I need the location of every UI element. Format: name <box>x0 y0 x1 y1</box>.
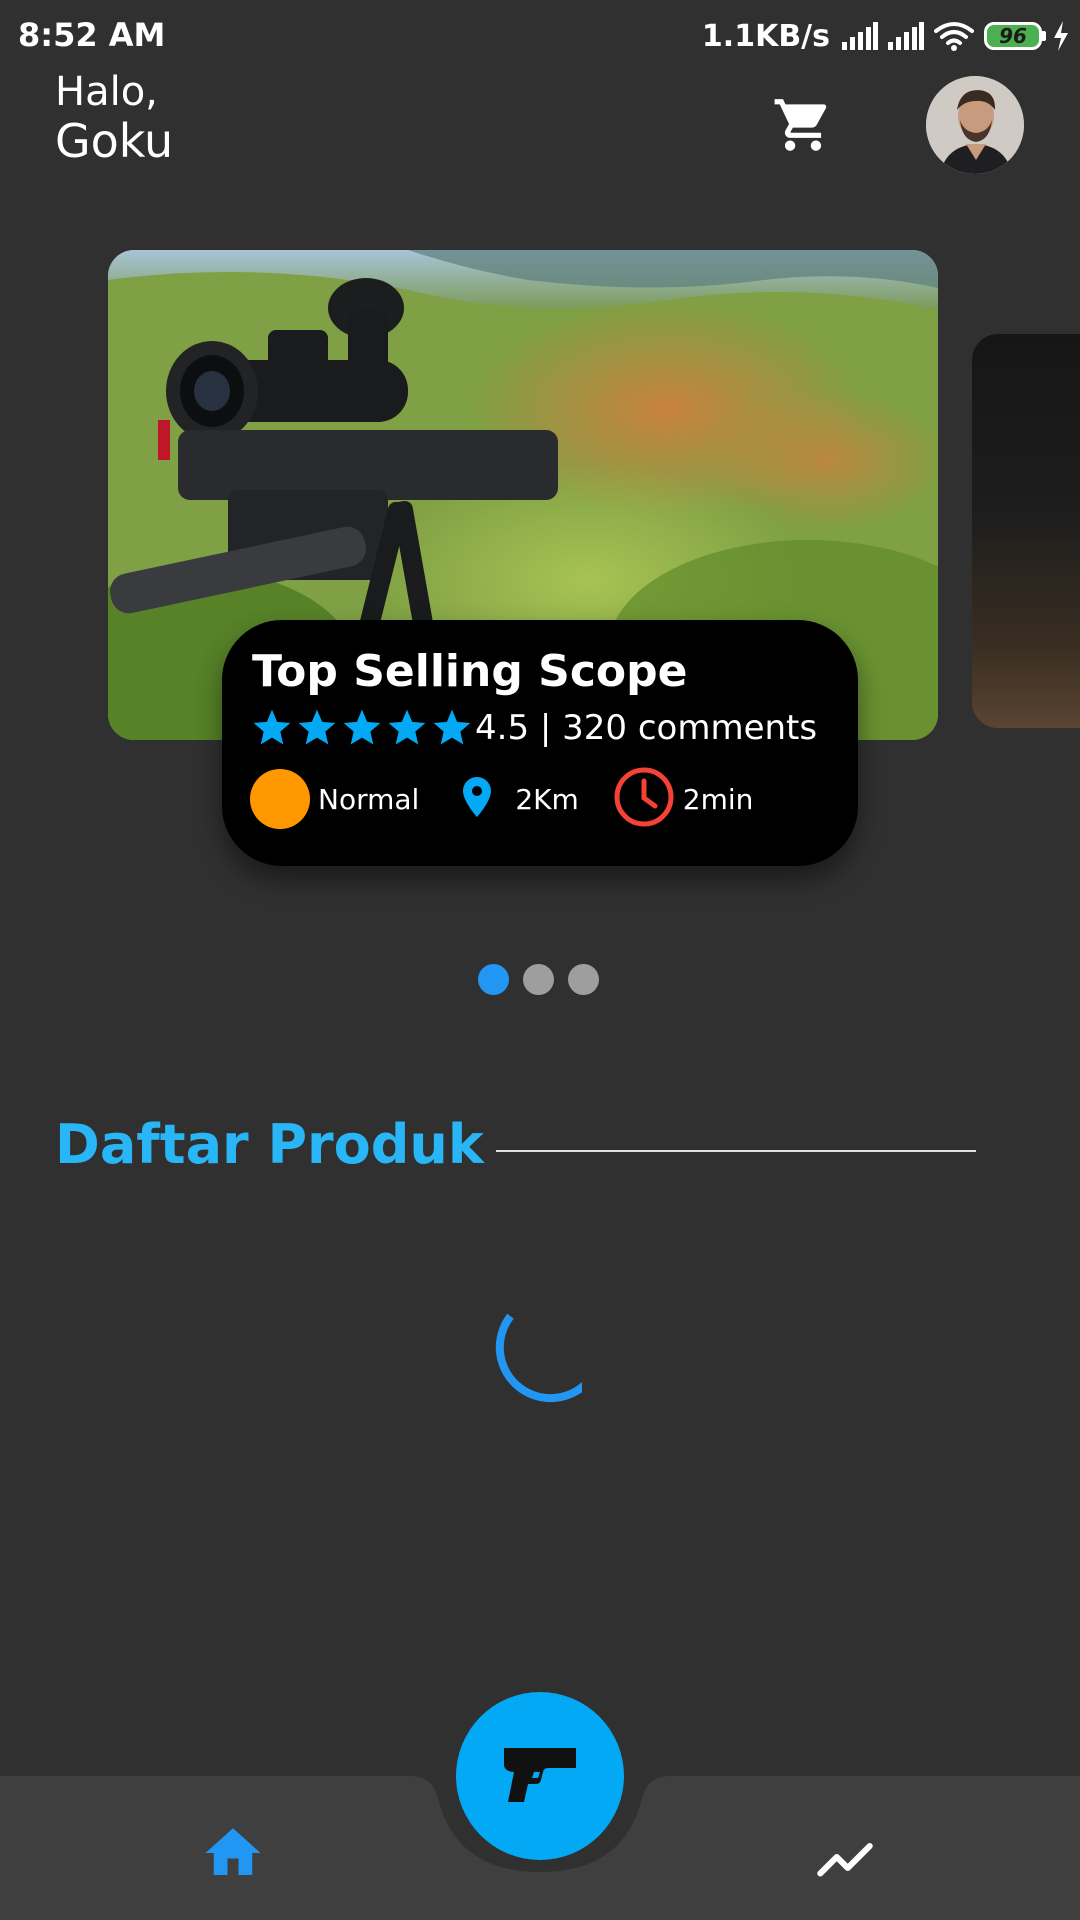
nav-trending-button[interactable] <box>812 1824 878 1890</box>
status-indicators: 1.1KB/s 96 <box>702 14 1070 58</box>
pager-dot-3[interactable] <box>568 964 599 995</box>
section-title: Daftar Produk <box>55 1113 484 1176</box>
signal-icon <box>888 22 924 50</box>
featured-title: Top Selling Scope <box>252 646 688 697</box>
shopping-cart-icon <box>771 94 835 160</box>
meta-row: Normal 2Km 2min <box>250 766 858 832</box>
battery-icon: 96 <box>984 22 1046 50</box>
home-icon <box>200 1828 266 1890</box>
star-icon <box>295 706 339 750</box>
clock-icon <box>613 766 675 832</box>
app-screen: 8:52 AM 1.1KB/s 96 Halo, Goku Top Sellin… <box>0 0 1080 1920</box>
difficulty-info: Normal <box>250 769 419 829</box>
duration-info: 2min <box>613 766 754 832</box>
charging-bolt-icon <box>1052 21 1070 51</box>
user-avatar[interactable] <box>926 76 1024 174</box>
location-pin-icon <box>453 766 501 832</box>
wifi-icon <box>934 21 974 51</box>
carousel-slide-next[interactable] <box>972 334 1080 728</box>
distance-info: 2Km <box>453 766 579 832</box>
duration-label: 2min <box>682 782 754 816</box>
distance-label: 2Km <box>515 782 579 816</box>
greeting: Halo, Goku <box>55 72 173 164</box>
cart-button[interactable] <box>768 92 838 162</box>
star-icon <box>385 706 429 750</box>
difficulty-dot-icon <box>250 769 310 829</box>
section-divider <box>496 1150 976 1152</box>
rating-row: 4.5 | 320 comments <box>250 706 858 750</box>
pager-dot-2[interactable] <box>523 964 554 995</box>
nav-home-button[interactable] <box>200 1820 266 1886</box>
featured-info-card[interactable]: Top Selling Scope 4.5 | 320 comments Nor… <box>222 620 858 866</box>
network-speed: 1.1KB/s <box>701 18 830 54</box>
greeting-text: Halo, <box>55 69 158 115</box>
rating-text: 4.5 | 320 comments <box>475 708 818 748</box>
trending-up-icon <box>812 1842 878 1894</box>
featured-carousel[interactable]: Top Selling Scope 4.5 | 320 comments Nor… <box>0 248 1080 868</box>
pager-dot-1[interactable] <box>478 964 509 995</box>
star-icon <box>250 706 294 750</box>
loading-spinner <box>478 1306 594 1410</box>
status-time: 8:52 AM <box>18 16 166 54</box>
user-name: Goku <box>55 114 174 168</box>
star-icon <box>430 706 474 750</box>
pistol-icon <box>498 1742 582 1810</box>
signal-icon <box>842 22 878 50</box>
center-fab-button[interactable] <box>456 1692 624 1860</box>
status-bar: 8:52 AM 1.1KB/s 96 <box>0 0 1080 72</box>
carousel-pager <box>478 964 599 995</box>
star-icon <box>340 706 384 750</box>
difficulty-label: Normal <box>318 782 420 816</box>
